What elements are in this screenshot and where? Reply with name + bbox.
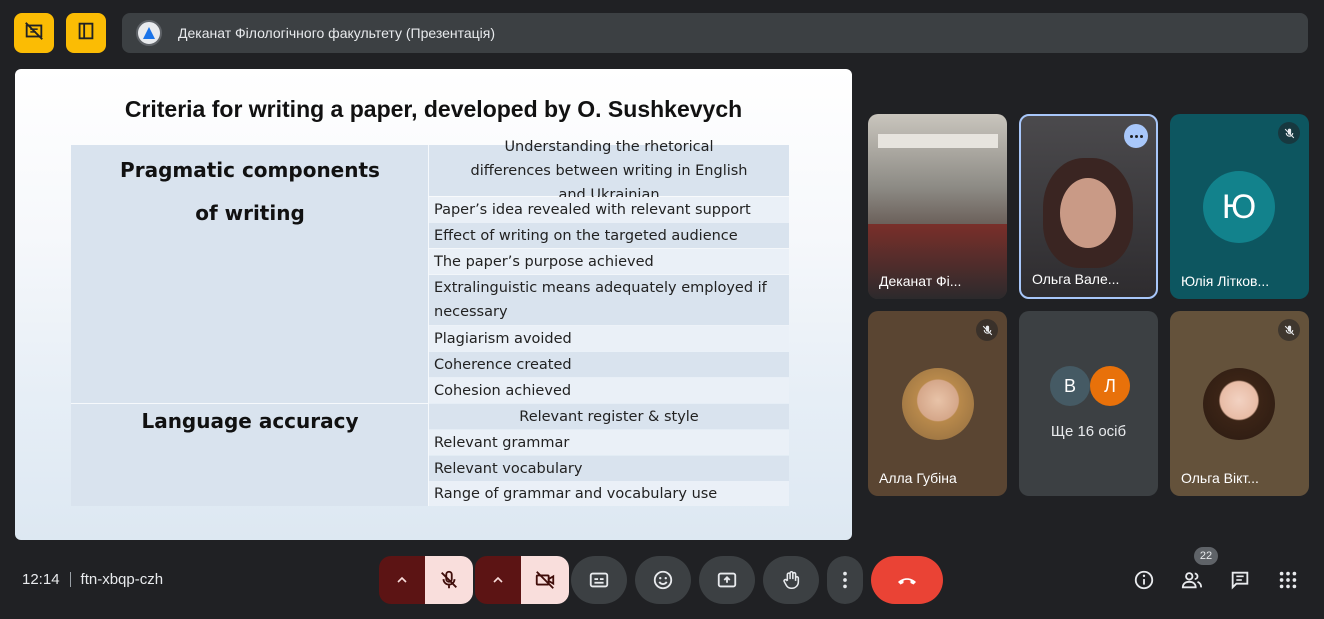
people-button[interactable]: [1178, 566, 1206, 594]
chevron-up-icon: [493, 576, 503, 583]
captions-button[interactable]: [571, 556, 627, 604]
more-participants-label: Ще 16 осіб: [1050, 423, 1127, 440]
participant-name: Ольга Вале...: [1032, 271, 1120, 287]
avatar: Л: [1090, 366, 1130, 406]
mic-off-icon: [1278, 319, 1300, 341]
meeting-info-left: 12:14 ftn-xbqp-czh: [22, 571, 163, 588]
participant-name: Алла Губіна: [879, 470, 957, 486]
chat-button[interactable]: [1226, 566, 1254, 594]
mic-off-icon: [976, 319, 998, 341]
avatar: Ю: [1203, 171, 1275, 243]
avatar: [1203, 368, 1275, 440]
table-row: Relevant vocabulary: [429, 456, 789, 481]
more-options-icon: [843, 571, 847, 589]
table-row: Plagiarism avoided: [429, 326, 789, 351]
table-row: Paper’s idea revealed with relevant supp…: [429, 197, 789, 223]
table-row: Range of grammar and vocabulary use: [429, 481, 789, 506]
chevron-up-icon: [397, 576, 407, 583]
camera-toggle-button[interactable]: [521, 556, 569, 604]
participant-name: Юлія Літков...: [1181, 273, 1270, 289]
table-row: Relevant register & style: [429, 404, 789, 429]
participant-tile-olha-v[interactable]: Ольга Вікт...: [1170, 311, 1309, 496]
activities-icon: [1279, 571, 1297, 589]
avatar: В: [1050, 366, 1090, 406]
people-icon: [1181, 572, 1203, 589]
room-ceiling: [878, 134, 998, 148]
mic-off-icon: [441, 570, 457, 589]
camera-off-icon: [535, 571, 555, 589]
microphone-control: [379, 556, 473, 604]
avatar: [902, 368, 974, 440]
table-row: Extralinguistic means adequately employe…: [429, 275, 789, 325]
more-options-icon[interactable]: [1124, 124, 1148, 148]
end-call-button[interactable]: [871, 556, 943, 604]
university-logo-icon: [136, 20, 162, 46]
group-pragmatic-label-line2: of writing: [195, 201, 305, 225]
speaker-video: [1043, 158, 1133, 268]
participant-tile-alla[interactable]: Алла Губіна: [868, 311, 1007, 496]
participant-name: Деканат Фі...: [879, 273, 962, 289]
table-row: Understanding the rhetorical differences…: [429, 139, 789, 203]
participant-tile-speaker[interactable]: Ольга Вале...: [1019, 114, 1158, 299]
activities-button[interactable]: [1274, 566, 1302, 594]
slide-title: Criteria for writing a paper, developed …: [124, 96, 743, 122]
participant-tile-others[interactable]: В Л Ще 16 осіб: [1019, 311, 1158, 496]
participant-tile-yulia[interactable]: Ю Юлія Літков...: [1170, 114, 1309, 299]
emoji-button[interactable]: [635, 556, 691, 604]
info-icon: [1134, 570, 1154, 590]
raise-hand-icon: [783, 571, 800, 590]
group-pragmatic-label-line1: Pragmatic components: [120, 158, 380, 182]
more-options-button[interactable]: [827, 556, 863, 604]
divider: [69, 572, 71, 587]
video-options-button[interactable]: [475, 556, 521, 604]
audio-options-button[interactable]: [379, 556, 425, 604]
layout-icon: [75, 20, 97, 47]
table-row: The paper’s purpose achieved: [429, 249, 789, 274]
participant-name: Ольга Вікт...: [1181, 470, 1259, 486]
chat-icon: [1231, 571, 1249, 590]
criteria-table: Pragmatic components of writing Language…: [71, 139, 789, 506]
table-row: Coherence created: [429, 352, 789, 377]
layout-button[interactable]: [66, 13, 106, 53]
participant-tile-deanery[interactable]: Деканат Фі...: [868, 114, 1007, 299]
table-row: Relevant grammar: [429, 430, 789, 455]
raise-hand-button[interactable]: [763, 556, 819, 604]
presentation-slide: Criteria for writing a paper, developed …: [15, 69, 852, 540]
table-row: Effect of writing on the targeted audien…: [429, 223, 789, 248]
present-screen-button[interactable]: [699, 556, 755, 604]
meeting-details-button[interactable]: [1130, 566, 1158, 594]
meeting-code: ftn-xbqp-czh: [80, 571, 164, 588]
captions-icon: [589, 572, 609, 588]
end-call-icon: [898, 578, 916, 585]
group-language-label: Language accuracy: [141, 409, 359, 433]
clock-time: 12:14: [22, 571, 60, 588]
meeting-title-bar[interactable]: Деканат Філологічного факультету (Презен…: [122, 13, 1308, 53]
hide-tiles-button[interactable]: [14, 13, 54, 53]
criteria-groups-column: [71, 145, 429, 506]
table-row: Cohesion achieved: [429, 378, 789, 403]
participant-count-badge: 22: [1194, 547, 1218, 565]
emoji-icon: [653, 570, 673, 590]
meeting-title: Деканат Філологічного факультету (Презен…: [178, 25, 496, 41]
camera-control: [475, 556, 569, 604]
hide-tiles-icon: [23, 20, 45, 47]
present-screen-icon: [717, 572, 737, 588]
mic-toggle-button[interactable]: [425, 556, 473, 604]
mic-off-icon: [1278, 122, 1300, 144]
